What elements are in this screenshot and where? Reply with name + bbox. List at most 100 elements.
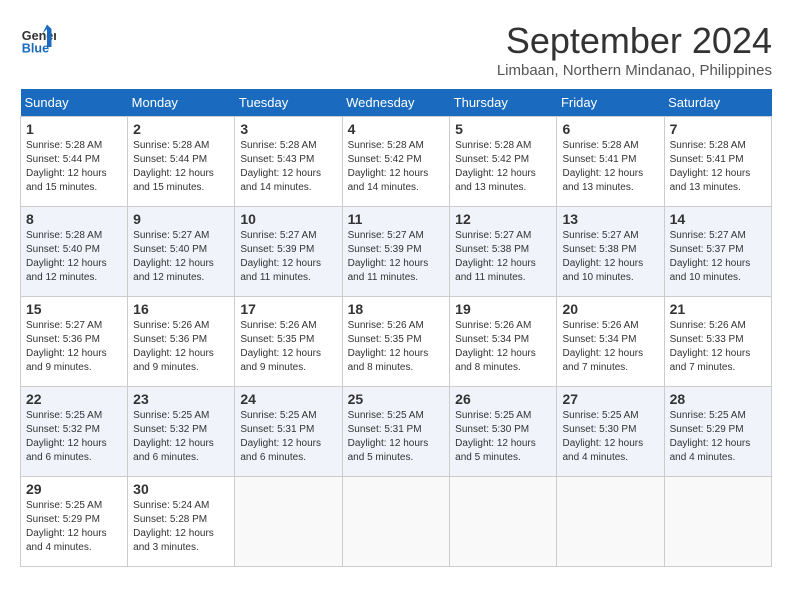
location-subtitle: Limbaan, Northern Mindanao, Philippines xyxy=(497,62,772,79)
day-info: Sunrise: 5:25 AM Sunset: 5:32 PM Dayligh… xyxy=(133,409,229,465)
day-number: 8 xyxy=(26,211,122,227)
day-info: Sunrise: 5:27 AM Sunset: 5:38 PM Dayligh… xyxy=(455,229,551,285)
calendar-cell xyxy=(342,477,450,567)
day-info: Sunrise: 5:27 AM Sunset: 5:39 PM Dayligh… xyxy=(240,229,336,285)
calendar-cell: 2 Sunrise: 5:28 AM Sunset: 5:44 PM Daylig… xyxy=(128,117,235,207)
day-info: Sunrise: 5:25 AM Sunset: 5:32 PM Dayligh… xyxy=(26,409,122,465)
weekday-header-tuesday: Tuesday xyxy=(235,89,342,117)
weekday-header-row: SundayMondayTuesdayWednesdayThursdayFrid… xyxy=(21,89,772,117)
calendar-cell: 1 Sunrise: 5:28 AM Sunset: 5:44 PM Daylig… xyxy=(21,117,128,207)
day-number: 6 xyxy=(562,121,658,137)
calendar-cell xyxy=(664,477,771,567)
calendar-table: SundayMondayTuesdayWednesdayThursdayFrid… xyxy=(20,89,772,567)
day-number: 14 xyxy=(670,211,766,227)
calendar-cell: 20 Sunrise: 5:26 AM Sunset: 5:34 PM Dayli… xyxy=(557,297,664,387)
day-number: 11 xyxy=(348,211,445,227)
day-info: Sunrise: 5:25 AM Sunset: 5:30 PM Dayligh… xyxy=(455,409,551,465)
title-section: September 2024 Limbaan, Northern Mindana… xyxy=(497,20,772,79)
day-number: 12 xyxy=(455,211,551,227)
day-info: Sunrise: 5:25 AM Sunset: 5:31 PM Dayligh… xyxy=(240,409,336,465)
day-number: 20 xyxy=(562,301,658,317)
week-row-4: 22 Sunrise: 5:25 AM Sunset: 5:32 PM Dayli… xyxy=(21,387,772,477)
day-info: Sunrise: 5:26 AM Sunset: 5:35 PM Dayligh… xyxy=(240,319,336,375)
day-info: Sunrise: 5:25 AM Sunset: 5:29 PM Dayligh… xyxy=(670,409,766,465)
day-number: 24 xyxy=(240,391,336,407)
logo: General Blue xyxy=(20,20,56,56)
week-row-2: 8Sunrise: 5:28 AM Sunset: 5:40 PM Daylig… xyxy=(21,207,772,297)
weekday-header-thursday: Thursday xyxy=(450,89,557,117)
calendar-cell: 12 Sunrise: 5:27 AM Sunset: 5:38 PM Dayli… xyxy=(450,207,557,297)
day-number: 9 xyxy=(133,211,229,227)
calendar-cell: 5 Sunrise: 5:28 AM Sunset: 5:42 PM Daylig… xyxy=(450,117,557,207)
day-info: Sunrise: 5:27 AM Sunset: 5:38 PM Dayligh… xyxy=(562,229,658,285)
day-number: 16 xyxy=(133,301,229,317)
day-number: 29 xyxy=(26,481,122,497)
calendar-cell: 16 Sunrise: 5:26 AM Sunset: 5:36 PM Dayli… xyxy=(128,297,235,387)
calendar-cell: 7 Sunrise: 5:28 AM Sunset: 5:41 PM Daylig… xyxy=(664,117,771,207)
calendar-cell: 11 Sunrise: 5:27 AM Sunset: 5:39 PM Dayli… xyxy=(342,207,450,297)
page-header: General Blue September 2024 Limbaan, Nor… xyxy=(20,20,772,79)
day-info: Sunrise: 5:25 AM Sunset: 5:29 PM Dayligh… xyxy=(26,499,122,555)
day-number: 2 xyxy=(133,121,229,137)
day-info: Sunrise: 5:27 AM Sunset: 5:36 PM Dayligh… xyxy=(26,319,122,375)
weekday-header-saturday: Saturday xyxy=(664,89,771,117)
day-info: Sunrise: 5:26 AM Sunset: 5:36 PM Dayligh… xyxy=(133,319,229,375)
calendar-cell: 27 Sunrise: 5:25 AM Sunset: 5:30 PM Dayli… xyxy=(557,387,664,477)
calendar-cell: 8Sunrise: 5:28 AM Sunset: 5:40 PM Daylig… xyxy=(21,207,128,297)
calendar-cell: 18Sunrise: 5:26 AM Sunset: 5:35 PM Dayli… xyxy=(342,297,450,387)
day-number: 5 xyxy=(455,121,551,137)
day-number: 27 xyxy=(562,391,658,407)
calendar-cell: 9 Sunrise: 5:27 AM Sunset: 5:40 PM Daylig… xyxy=(128,207,235,297)
day-info: Sunrise: 5:26 AM Sunset: 5:34 PM Dayligh… xyxy=(562,319,658,375)
day-info: Sunrise: 5:28 AM Sunset: 5:42 PM Dayligh… xyxy=(455,139,551,195)
day-number: 7 xyxy=(670,121,766,137)
day-info: Sunrise: 5:28 AM Sunset: 5:44 PM Dayligh… xyxy=(26,139,122,195)
day-number: 28 xyxy=(670,391,766,407)
calendar-cell: 4 Sunrise: 5:28 AM Sunset: 5:42 PM Daylig… xyxy=(342,117,450,207)
svg-text:Blue: Blue xyxy=(22,41,49,55)
day-info: Sunrise: 5:25 AM Sunset: 5:31 PM Dayligh… xyxy=(348,409,445,465)
calendar-cell: 29 Sunrise: 5:25 AM Sunset: 5:29 PM Dayli… xyxy=(21,477,128,567)
calendar-cell: 22 Sunrise: 5:25 AM Sunset: 5:32 PM Dayli… xyxy=(21,387,128,477)
day-info: Sunrise: 5:27 AM Sunset: 5:37 PM Dayligh… xyxy=(670,229,766,285)
day-info: Sunrise: 5:28 AM Sunset: 5:41 PM Dayligh… xyxy=(562,139,658,195)
calendar-cell: 28 Sunrise: 5:25 AM Sunset: 5:29 PM Dayli… xyxy=(664,387,771,477)
day-info: Sunrise: 5:26 AM Sunset: 5:34 PM Dayligh… xyxy=(455,319,551,375)
calendar-cell: 10 Sunrise: 5:27 AM Sunset: 5:39 PM Dayli… xyxy=(235,207,342,297)
calendar-cell xyxy=(450,477,557,567)
day-number: 15 xyxy=(26,301,122,317)
logo-icon: General Blue xyxy=(20,20,56,56)
calendar-cell: 30Sunrise: 5:24 AM Sunset: 5:28 PM Dayli… xyxy=(128,477,235,567)
weekday-header-sunday: Sunday xyxy=(21,89,128,117)
day-number: 19 xyxy=(455,301,551,317)
day-number: 1 xyxy=(26,121,122,137)
calendar-cell: 6 Sunrise: 5:28 AM Sunset: 5:41 PM Daylig… xyxy=(557,117,664,207)
calendar-cell: 23Sunrise: 5:25 AM Sunset: 5:32 PM Dayli… xyxy=(128,387,235,477)
weekday-header-friday: Friday xyxy=(557,89,664,117)
day-info: Sunrise: 5:28 AM Sunset: 5:41 PM Dayligh… xyxy=(670,139,766,195)
week-row-1: 1 Sunrise: 5:28 AM Sunset: 5:44 PM Daylig… xyxy=(21,117,772,207)
calendar-cell: 24 Sunrise: 5:25 AM Sunset: 5:31 PM Dayli… xyxy=(235,387,342,477)
day-info: Sunrise: 5:27 AM Sunset: 5:40 PM Dayligh… xyxy=(133,229,229,285)
day-number: 3 xyxy=(240,121,336,137)
day-number: 10 xyxy=(240,211,336,227)
day-info: Sunrise: 5:28 AM Sunset: 5:44 PM Dayligh… xyxy=(133,139,229,195)
calendar-cell: 3 Sunrise: 5:28 AM Sunset: 5:43 PM Daylig… xyxy=(235,117,342,207)
day-info: Sunrise: 5:25 AM Sunset: 5:30 PM Dayligh… xyxy=(562,409,658,465)
calendar-cell: 26 Sunrise: 5:25 AM Sunset: 5:30 PM Dayli… xyxy=(450,387,557,477)
day-number: 4 xyxy=(348,121,445,137)
day-number: 17 xyxy=(240,301,336,317)
day-number: 30 xyxy=(133,481,229,497)
day-info: Sunrise: 5:27 AM Sunset: 5:39 PM Dayligh… xyxy=(348,229,445,285)
calendar-cell: 17 Sunrise: 5:26 AM Sunset: 5:35 PM Dayli… xyxy=(235,297,342,387)
day-info: Sunrise: 5:26 AM Sunset: 5:33 PM Dayligh… xyxy=(670,319,766,375)
day-number: 22 xyxy=(26,391,122,407)
calendar-cell: 13Sunrise: 5:27 AM Sunset: 5:38 PM Dayli… xyxy=(557,207,664,297)
weekday-header-monday: Monday xyxy=(128,89,235,117)
day-number: 18 xyxy=(348,301,445,317)
day-number: 25 xyxy=(348,391,445,407)
day-info: Sunrise: 5:28 AM Sunset: 5:43 PM Dayligh… xyxy=(240,139,336,195)
day-info: Sunrise: 5:28 AM Sunset: 5:42 PM Dayligh… xyxy=(348,139,445,195)
day-number: 26 xyxy=(455,391,551,407)
calendar-cell: 19 Sunrise: 5:26 AM Sunset: 5:34 PM Dayli… xyxy=(450,297,557,387)
